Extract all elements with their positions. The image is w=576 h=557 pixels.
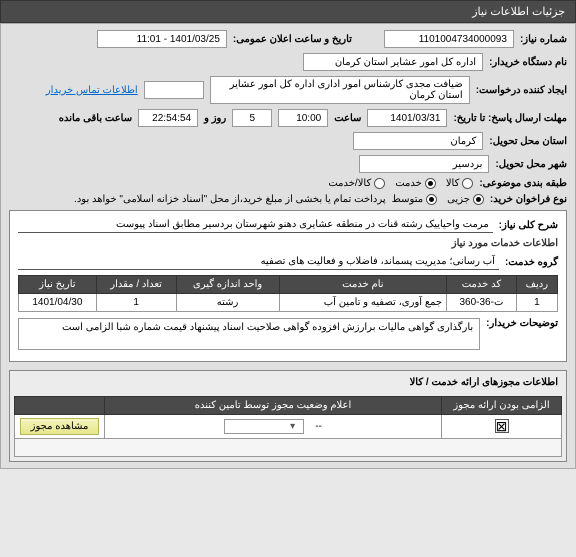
city-label: شهر محل تحویل: (495, 159, 567, 170)
days-and-label: روز و (204, 113, 226, 124)
table-row: 1 ت-36-360 جمع آوری، تصفیه و تامین آب رش… (19, 294, 558, 312)
city-field: بردسیر (359, 155, 489, 173)
col-qty: تعداد / مقدار (96, 276, 176, 294)
cell-date: 1401/04/30 (19, 294, 97, 312)
cell-code: ت-36-360 (447, 294, 517, 312)
col-idx: ردیف (516, 276, 557, 294)
buyer-note-text: بارگذاری گواهی مالیات برارزش افزوده گواه… (62, 322, 473, 333)
permit-status-cell: -- (105, 415, 442, 439)
deadline-time-field: 10:00 (278, 109, 328, 127)
mandatory-checkbox[interactable] (495, 419, 509, 433)
status-dash: -- (315, 421, 322, 432)
permit-mandatory-cell (442, 415, 562, 439)
radio-icon (462, 178, 473, 189)
desc-title-label: شرح کلی نیاز: (499, 220, 558, 231)
deadline-date-field: 1401/03/31 (367, 109, 447, 127)
permit-action-cell: مشاهده مجوز (15, 415, 105, 439)
buyer-org-field: اداره کل امور عشایر استان کرمان (303, 53, 483, 71)
funding-radios: جزیی متوسط (392, 194, 484, 205)
permits-header-row: الزامی بودن ارائه مجوز اعلام وضعیت مجوز … (15, 397, 562, 415)
contact-link[interactable]: اطلاعات تماس خریدار (46, 85, 138, 96)
permits-panel: اطلاعات مجوزهای ارائه خدمت / کالا الزامی… (9, 370, 567, 462)
fund-medium-radio[interactable]: متوسط (392, 194, 437, 205)
description-panel: شرح کلی نیاز: مرمت واحیاییک رشته قنات در… (9, 210, 567, 362)
province-label: استان محل تحویل: (489, 136, 567, 147)
buyer-note-label: توضیحات خریدار: (486, 318, 558, 329)
radio-icon (374, 178, 385, 189)
col-code: کد خدمت (447, 276, 517, 294)
permit-col-action (15, 397, 105, 415)
cell-unit: رشته (176, 294, 279, 312)
subject-cat-radios: کالا خدمت کالا/خدمت (328, 178, 473, 189)
province-field: کرمان (353, 132, 483, 150)
col-name: نام خدمت (279, 276, 447, 294)
remaining-label: ساعت باقی مانده (59, 113, 132, 124)
col-unit: واحد اندازه گیری (176, 276, 279, 294)
permit-col-status: اعلام وضعیت مجوز توسط تامین کننده (105, 397, 442, 415)
buyer-org-label: نام دستگاه خریدار: (489, 57, 567, 68)
contact-extra-field (144, 81, 204, 99)
buyer-note-box: بارگذاری گواهی مالیات برارزش افزوده گواه… (18, 318, 480, 350)
requester-field: ضیافت مجدی کارشناس امور اداری اداره کل ا… (210, 76, 470, 104)
permits-table: الزامی بودن ارائه مجوز اعلام وضعیت مجوز … (14, 396, 562, 457)
page-title: جزئیات اطلاعات نیاز (472, 6, 565, 18)
cat-service-radio[interactable]: خدمت (395, 178, 436, 189)
radio-icon (426, 194, 437, 205)
need-no-field: 1101004734000093 (384, 30, 514, 48)
cat-goods-radio[interactable]: کالا (446, 178, 474, 189)
permits-row: -- مشاهده مجوز (15, 415, 562, 439)
cell-qty: 1 (96, 294, 176, 312)
announce-label: تاریخ و ساعت اعلان عمومی: (233, 34, 352, 45)
remaining-time-field: 22:54:54 (138, 109, 198, 127)
permits-header: اطلاعات مجوزهای ارائه خدمت / کالا (14, 375, 562, 390)
cell-name: جمع آوری، تصفیه و تامین آب (279, 294, 447, 312)
status-select[interactable] (224, 419, 304, 434)
fund-minor-radio[interactable]: جزیی (447, 194, 484, 205)
permit-col-mandatory: الزامی بودن ارائه مجوز (442, 397, 562, 415)
need-no-label: شماره نیاز: (520, 34, 567, 45)
services-table: ردیف کد خدمت نام خدمت واحد اندازه گیری ت… (18, 275, 558, 312)
cat-both-radio[interactable]: کالا/خدمت (328, 178, 385, 189)
time-label-1: ساعت (334, 113, 361, 124)
services-label: اطلاعات خدمات مورد نیاز (452, 238, 558, 249)
desc-title: مرمت واحیاییک رشته قنات در منطقه عشایری … (18, 217, 493, 233)
view-permit-button[interactable]: مشاهده مجوز (20, 418, 100, 435)
requester-label: ایجاد کننده درخواست: (476, 85, 567, 96)
radio-icon (473, 194, 484, 205)
funding-label: نوع فراخوان خرید: (490, 194, 567, 205)
permits-spacer-row (15, 439, 562, 457)
info-panel: شماره نیاز: 1101004734000093 تاریخ و ساع… (0, 23, 576, 469)
cell-idx: 1 (516, 294, 557, 312)
fund-note: پرداخت تمام یا بخشی از مبلغ خرید،از محل … (74, 194, 386, 205)
deadline-label: مهلت ارسال پاسخ: تا تاریخ: (453, 113, 567, 124)
days-field: 5 (232, 109, 272, 127)
page-header: جزئیات اطلاعات نیاز (0, 0, 576, 23)
table-header-row: ردیف کد خدمت نام خدمت واحد اندازه گیری ت… (19, 276, 558, 294)
subject-cat-label: طبقه بندی موضوعی: (479, 178, 567, 189)
group-label: گروه خدمت: (505, 257, 558, 268)
announce-field: 1401/03/25 - 11:01 (97, 30, 227, 48)
col-date: تاریخ نیاز (19, 276, 97, 294)
group-value: آب رسانی؛ مدیریت پسماند، فاضلاب و فعالیت… (18, 254, 499, 270)
radio-icon (425, 178, 436, 189)
